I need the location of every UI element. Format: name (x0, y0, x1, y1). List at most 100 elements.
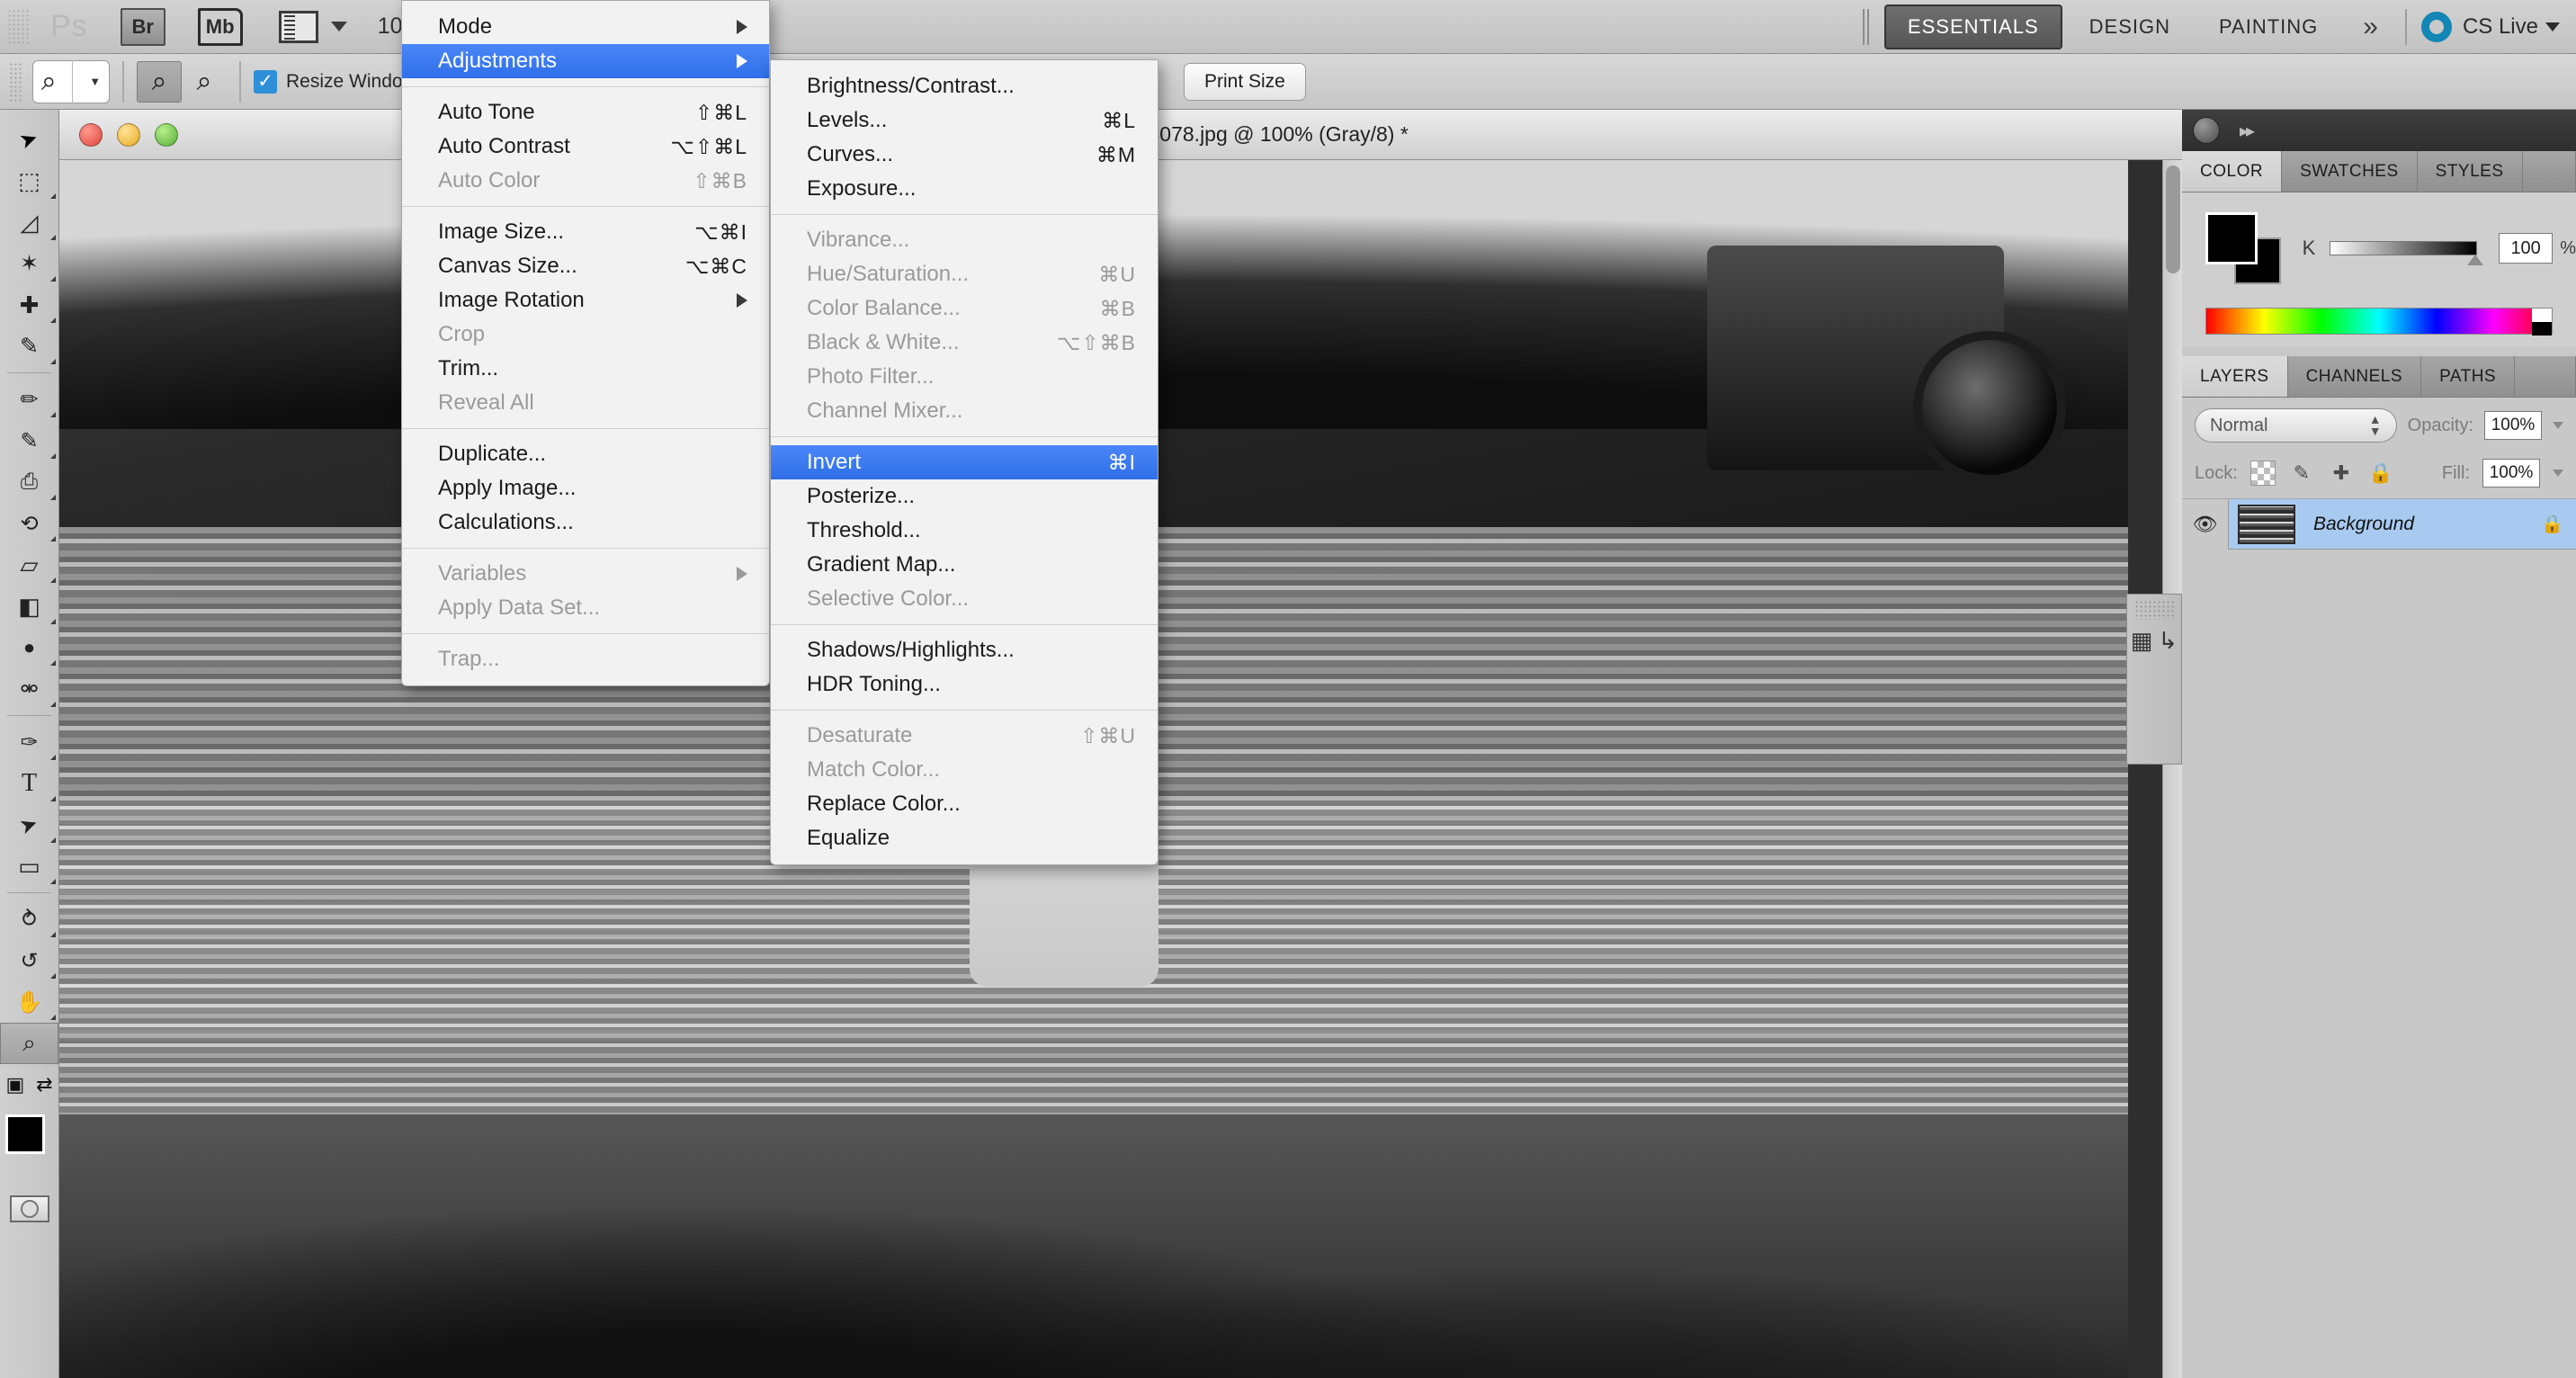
arrange-documents-icon[interactable] (278, 10, 318, 43)
menu-item-duplicate[interactable]: Duplicate... (402, 437, 769, 471)
fill-input[interactable]: 100% (2482, 459, 2540, 488)
blur-tool[interactable]: ● (0, 627, 58, 668)
path-selection-tool[interactable]: ➤ (0, 804, 58, 846)
panel-dock-header[interactable]: ▸▸ (2182, 110, 2576, 151)
workspace-tab-painting[interactable]: PAINTING (2197, 6, 2339, 48)
more-workspaces-icon[interactable]: » (2345, 12, 2391, 42)
menu-item-threshold[interactable]: Threshold... (771, 514, 1158, 548)
color-spectrum-ramp[interactable] (2205, 308, 2553, 336)
opacity-chevron-down-icon[interactable] (2553, 422, 2563, 429)
menu-item-image-rotation[interactable]: Image Rotation (402, 283, 769, 318)
mini-bridge-icon[interactable]: Mb (197, 7, 243, 46)
menu-item-hdr-toning[interactable]: HDR Toning... (771, 667, 1158, 702)
workspace-tab-design[interactable]: DESIGN (2068, 6, 2192, 48)
image-menu[interactable]: Mode Adjustments Auto Tone ⇧⌘L Auto Cont… (401, 0, 770, 686)
menu-item-curves[interactable]: Curves... ⌘M (771, 138, 1158, 172)
lock-image-pixels-icon[interactable]: ✎ (2288, 460, 2315, 487)
menu-item-gradient-map[interactable]: Gradient Map... (771, 548, 1158, 582)
foreground-color-swatch[interactable] (5, 1114, 45, 1154)
menu-item-canvas-size[interactable]: Canvas Size... ⌥⌘C (402, 249, 769, 283)
k-slider-thumb[interactable] (2467, 255, 2484, 265)
type-tool[interactable]: T (0, 763, 58, 804)
menu-item-calculations[interactable]: Calculations... (402, 506, 769, 540)
blend-mode-select[interactable]: Normal ▲ ▼ (2195, 408, 2397, 443)
lasso-tool[interactable]: ◿ (0, 201, 58, 243)
adjustments-submenu[interactable]: Brightness/Contrast... Levels... ⌘L Curv… (770, 59, 1158, 865)
layer-name[interactable]: Background (2313, 514, 2541, 535)
menu-item-image-size[interactable]: Image Size... ⌥⌘I (402, 215, 769, 249)
menu-item-invert[interactable]: Invert ⌘I (771, 445, 1158, 479)
masks-panel-icon[interactable]: ↳ (2158, 627, 2178, 655)
gradient-tool[interactable]: ◧ (0, 586, 58, 627)
color-swatches[interactable] (0, 1109, 68, 1186)
arrange-chevron-down-icon[interactable] (330, 22, 347, 31)
tab-swatches[interactable]: SWATCHES (2282, 151, 2418, 192)
appbar-drag-grip[interactable] (7, 8, 31, 45)
eyedropper-tool[interactable]: ✎ (0, 326, 58, 367)
brush-tool[interactable]: ✎ (0, 420, 58, 461)
workspace-drag-grip[interactable] (1862, 8, 1870, 45)
tool-preset-picker[interactable]: ⌕ ▼ (32, 59, 110, 103)
tab-color[interactable]: COLOR (2182, 151, 2283, 192)
menu-item-levels[interactable]: Levels... ⌘L (771, 103, 1158, 138)
menu-item-mode[interactable]: Mode (402, 10, 769, 44)
bridge-icon[interactable]: Br (120, 7, 165, 46)
rectangle-tool[interactable]: ▭ (0, 846, 58, 887)
collapsed-panel-dock[interactable]: ▦ ↳ (2126, 594, 2182, 765)
pen-tool[interactable]: ✑ (0, 721, 58, 763)
3d-orbit-tool[interactable]: ↺ (0, 940, 58, 981)
default-colors-icon[interactable]: ▣ (5, 1073, 24, 1096)
color-panel-swatches[interactable] (2205, 212, 2281, 284)
dodge-tool[interactable]: ⚮ (0, 668, 58, 710)
resize-windows-checkbox[interactable]: ✓ (254, 69, 277, 94)
lock-transparent-pixels-icon[interactable] (2250, 461, 2276, 486)
hand-tool[interactable]: ✋ (0, 981, 58, 1023)
k-channel-slider[interactable] (2330, 241, 2484, 265)
marquee-tool[interactable]: ⬚ (0, 160, 58, 201)
k-value-input[interactable]: 100 (2499, 233, 2554, 264)
color-panel-foreground-swatch[interactable] (2205, 212, 2258, 264)
3d-rotate-tool[interactable]: ⥁ (0, 899, 58, 940)
spectrum-blackwhite-end[interactable] (2532, 309, 2552, 336)
menu-item-shadows-highlights[interactable]: Shadows/Highlights... (771, 633, 1158, 667)
scrollbar-thumb[interactable] (2166, 166, 2180, 273)
eraser-tool[interactable]: ▱ (0, 544, 58, 586)
menu-item-apply-image[interactable]: Apply Image... (402, 471, 769, 506)
canvas-vertical-scrollbar[interactable] (2162, 160, 2182, 1378)
opacity-input[interactable]: 100% (2484, 411, 2542, 440)
dock-drag-grip[interactable] (2134, 600, 2174, 620)
menu-item-auto-contrast[interactable]: Auto Contrast ⌥⇧⌘L (402, 130, 769, 164)
quick-mask-button[interactable] (9, 1195, 49, 1222)
menu-item-adjustments[interactable]: Adjustments (402, 44, 769, 78)
healing-brush-tool[interactable]: ✏ (0, 379, 58, 420)
layer-visibility-toggle[interactable]: 👁 (2182, 498, 2229, 550)
lock-all-icon[interactable]: 🔒 (2367, 460, 2394, 487)
adjustments-panel-icon[interactable]: ▦ (2131, 627, 2153, 655)
swap-colors-icon[interactable]: ⇄ (36, 1073, 52, 1096)
zoom-out-button[interactable]: ⌕ (182, 61, 227, 103)
tab-styles[interactable]: STYLES (2417, 151, 2523, 192)
fill-chevron-down-icon[interactable] (2553, 470, 2563, 477)
menu-item-exposure[interactable]: Exposure... (771, 172, 1158, 206)
cs-live-label[interactable]: CS Live (2463, 14, 2538, 40)
menu-item-trim[interactable]: Trim... (402, 352, 769, 386)
menu-item-auto-tone[interactable]: Auto Tone ⇧⌘L (402, 95, 769, 130)
history-brush-tool[interactable]: ⟲ (0, 503, 58, 544)
preset-chevron-down-icon[interactable]: ▼ (89, 75, 101, 88)
zoom-tool[interactable]: ⌕ (0, 1023, 58, 1064)
menu-item-posterize[interactable]: Posterize... (771, 479, 1158, 514)
tab-channels[interactable]: CHANNELS (2287, 356, 2422, 397)
zoom-in-button[interactable]: ⌕ (137, 60, 182, 103)
magic-wand-tool[interactable]: ✶ (0, 243, 58, 284)
menu-item-equalize[interactable]: Equalize (771, 821, 1158, 855)
tab-layers[interactable]: LAYERS (2182, 356, 2288, 397)
panel-menu-icon[interactable] (2193, 117, 2220, 144)
crop-tool[interactable]: ✚ (0, 284, 58, 326)
menu-item-brightness-contrast[interactable]: Brightness/Contrast... (771, 69, 1158, 103)
tab-paths[interactable]: PATHS (2421, 356, 2516, 397)
options-bar-grip[interactable] (9, 61, 23, 102)
menu-item-replace-color[interactable]: Replace Color... (771, 787, 1158, 821)
collapse-panels-icon[interactable]: ▸▸ (2240, 120, 2255, 142)
clone-stamp-tool[interactable]: ⎙ (0, 461, 58, 503)
table-row[interactable]: 👁 Background 🔒 (2182, 498, 2576, 550)
